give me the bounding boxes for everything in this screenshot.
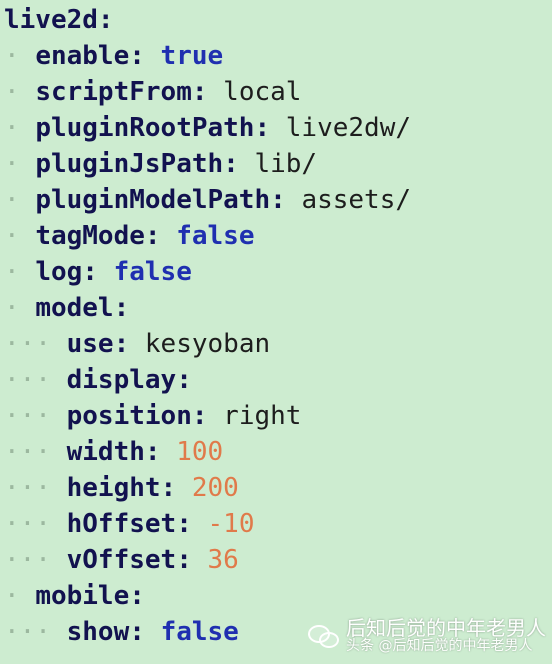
yaml-code-editor[interactable]: live2d: · enable: true · scriptFrom: local… <box>0 0 552 664</box>
indent-marker: ··· <box>4 545 67 575</box>
indent-marker: · <box>4 41 36 71</box>
yaml-value: 200 <box>191 473 239 503</box>
yaml-key: height <box>66 473 161 503</box>
yaml-value: false <box>113 257 192 287</box>
yaml-key: pluginRootPath <box>35 113 255 143</box>
yaml-colon: : <box>191 77 208 107</box>
yaml-key: width <box>66 437 145 467</box>
yaml-key: scriptFrom <box>35 77 192 107</box>
yaml-value: live2dw/ <box>285 113 412 143</box>
yaml-key: model <box>35 293 114 323</box>
yaml-key: display <box>66 365 177 395</box>
yaml-key: show <box>66 617 130 647</box>
yaml-key: position <box>66 401 192 431</box>
yaml-value: false <box>160 617 239 647</box>
indent-marker: ··· <box>4 617 67 647</box>
yaml-value: assets/ <box>301 185 412 215</box>
indent-marker: · <box>4 581 36 611</box>
indent-marker: ··· <box>4 473 67 503</box>
yaml-value: 36 <box>207 545 239 575</box>
indent-marker: · <box>4 77 36 107</box>
yaml-key: vOffset <box>66 545 177 575</box>
code-line[interactable]: ··· display: <box>0 362 552 398</box>
yaml-key: hOffset <box>66 509 177 539</box>
indent-marker: · <box>4 149 36 179</box>
code-line[interactable]: · pluginJsPath: lib/ <box>0 146 552 182</box>
yaml-colon: : <box>113 329 130 359</box>
yaml-colon: : <box>113 293 130 323</box>
indent-marker: · <box>4 113 36 143</box>
yaml-value: local <box>223 77 302 107</box>
code-line[interactable]: live2d: <box>0 2 552 38</box>
code-line[interactable]: ··· hOffset: -10 <box>0 506 552 542</box>
yaml-colon: : <box>160 473 177 503</box>
yaml-value: lib/ <box>254 149 318 179</box>
yaml-key: tagMode <box>35 221 145 251</box>
watermark-text: 后知后觉的中年老男人 头条 @后知后觉的中年老男人 <box>346 617 546 654</box>
yaml-colon: : <box>270 185 286 215</box>
yaml-colon: : <box>176 545 192 575</box>
indent-marker: · <box>4 293 36 323</box>
indent-marker: ··· <box>4 329 67 359</box>
yaml-colon: : <box>129 617 145 647</box>
code-line[interactable]: ··· height: 200 <box>0 470 552 506</box>
code-line[interactable]: · pluginModelPath: assets/ <box>0 182 552 218</box>
yaml-key: live2d <box>4 5 98 35</box>
yaml-colon: : <box>144 221 161 251</box>
yaml-key: use <box>66 329 114 359</box>
yaml-value: 100 <box>176 437 224 467</box>
watermark-main: 后知后觉的中年老男人 <box>346 615 546 640</box>
yaml-colon: : <box>144 437 161 467</box>
indent-marker: ··· <box>4 365 67 395</box>
yaml-value: true <box>160 41 224 71</box>
yaml-key: log <box>35 257 83 287</box>
yaml-key: pluginJsPath <box>35 149 224 179</box>
yaml-colon: : <box>176 365 192 395</box>
watermark: 后知后觉的中年老男人 头条 @后知后觉的中年老男人 <box>308 617 546 654</box>
yaml-colon: : <box>129 581 145 611</box>
indent-marker: · <box>4 221 36 251</box>
code-line[interactable]: · mobile: <box>0 578 552 614</box>
indent-marker: · <box>4 185 36 215</box>
code-line[interactable]: · tagMode: false <box>0 218 552 254</box>
code-line[interactable]: · enable: true <box>0 38 552 74</box>
indent-marker: ··· <box>4 509 67 539</box>
code-line[interactable]: · model: <box>0 290 552 326</box>
yaml-colon: : <box>254 113 271 143</box>
yaml-colon: : <box>176 509 192 539</box>
code-line[interactable]: ··· position: right <box>0 398 552 434</box>
yaml-value: right <box>223 401 302 431</box>
code-line[interactable]: · log: false <box>0 254 552 290</box>
watermark-sub: 头条 @后知后觉的中年老男人 <box>346 637 533 654</box>
indent-marker: ··· <box>4 401 67 431</box>
yaml-key: pluginModelPath <box>35 185 271 215</box>
yaml-value: kesyoban <box>144 329 271 359</box>
code-line[interactable]: ··· width: 100 <box>0 434 552 470</box>
code-line[interactable]: ··· use: kesyoban <box>0 326 552 362</box>
code-line[interactable]: ··· vOffset: 36 <box>0 542 552 578</box>
yaml-colon: : <box>82 257 98 287</box>
code-line[interactable]: · scriptFrom: local <box>0 74 552 110</box>
yaml-key: enable <box>35 41 130 71</box>
yaml-value: -10 <box>207 509 255 539</box>
yaml-colon: : <box>97 5 114 35</box>
yaml-key: mobile <box>35 581 130 611</box>
yaml-colon: : <box>223 149 239 179</box>
wechat-icon <box>308 623 339 649</box>
code-lines: live2d: · enable: true · scriptFrom: local… <box>0 2 552 650</box>
indent-marker: · <box>4 257 36 287</box>
indent-marker: ··· <box>4 437 67 467</box>
yaml-value: false <box>176 221 255 251</box>
code-line[interactable]: · pluginRootPath: live2dw/ <box>0 110 552 146</box>
yaml-colon: : <box>191 401 208 431</box>
yaml-colon: : <box>129 41 145 71</box>
